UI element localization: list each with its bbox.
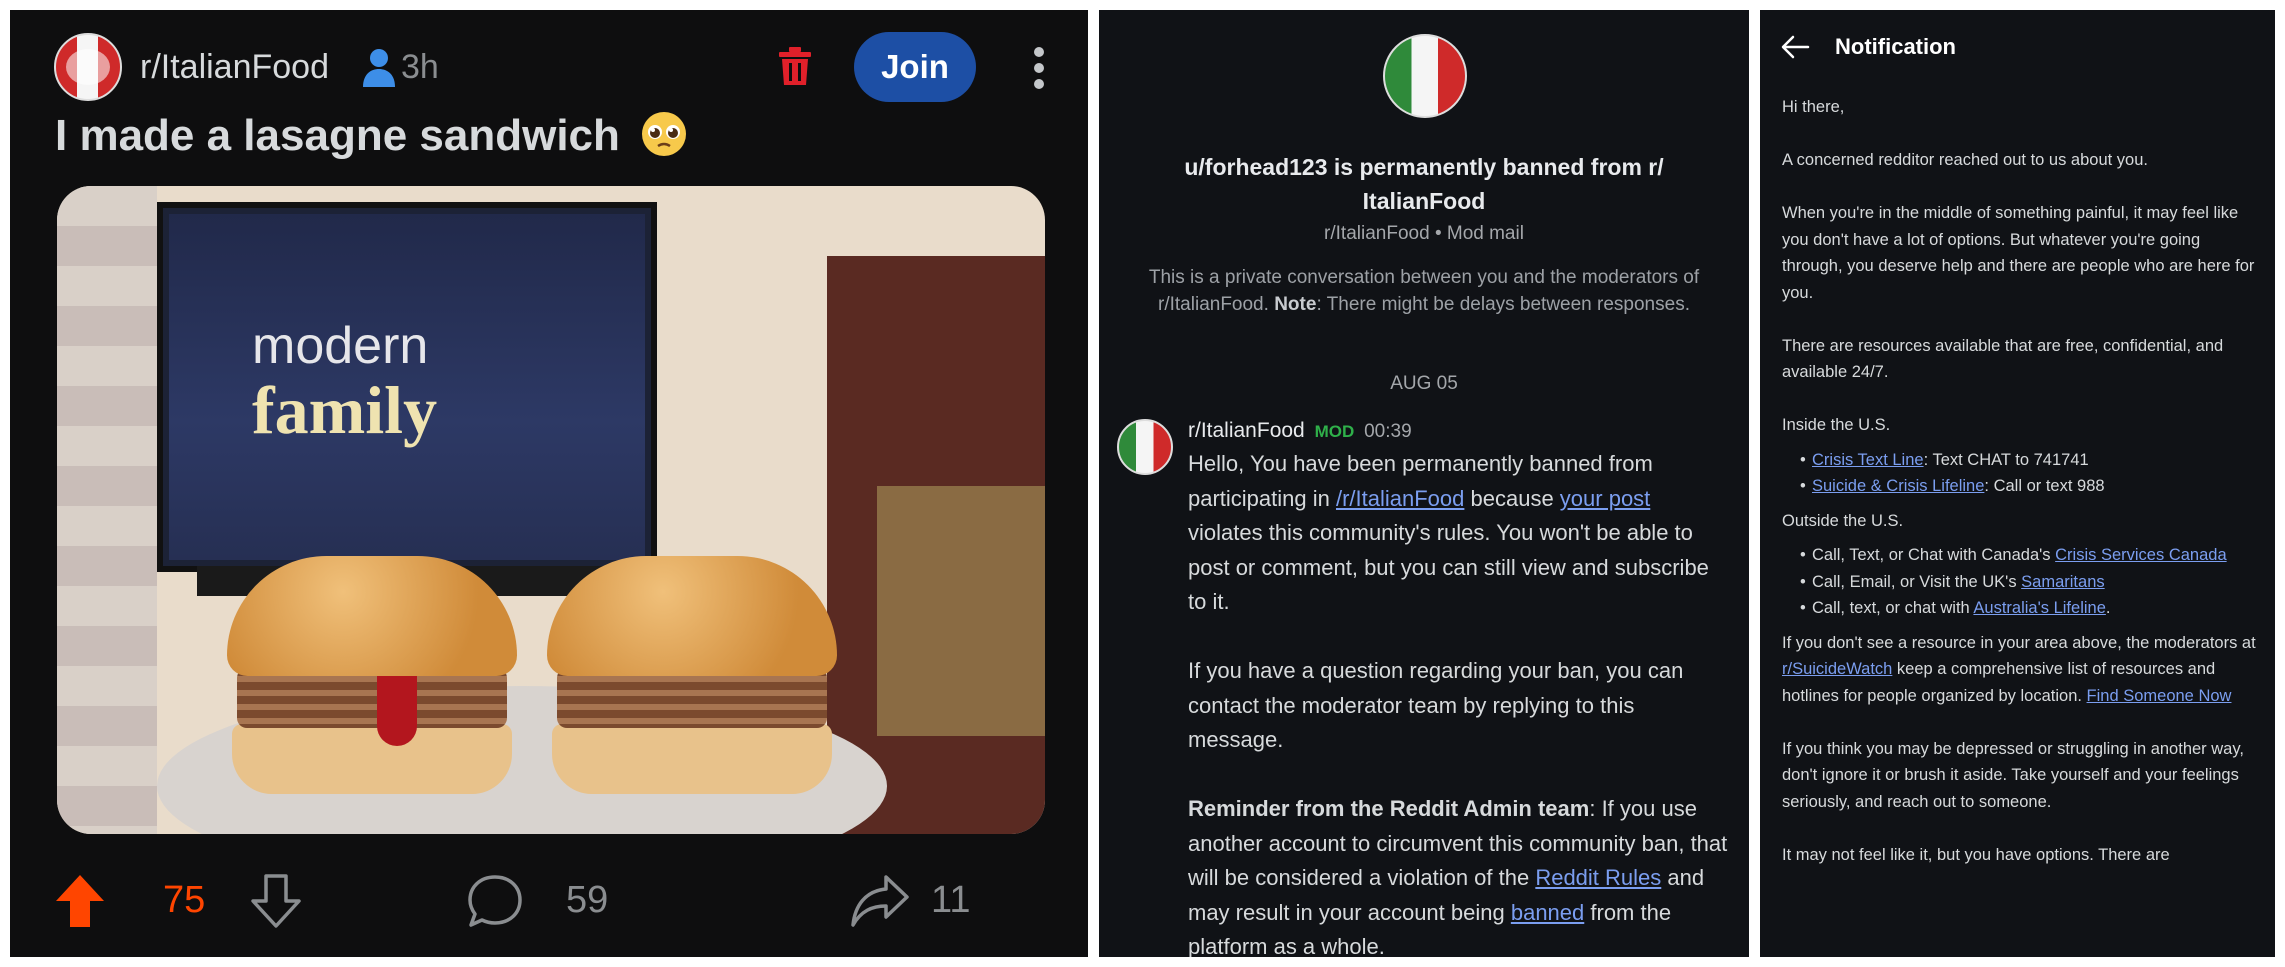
- subreddit-avatar-large: [1383, 34, 1467, 118]
- find-someone-now-link[interactable]: Find Someone Now: [2087, 687, 2232, 705]
- private-note-label: Note: [1274, 294, 1317, 315]
- message-paragraph: Reminder from the Reddit Admin team: If …: [1188, 796, 1728, 957]
- your-post-link[interactable]: your post: [1560, 486, 1651, 511]
- notification-paragraph: If you don't see a resource in your area…: [1782, 633, 2256, 705]
- message-date: AUG 05: [1390, 373, 1458, 394]
- message-sender[interactable]: r/ItalianFood: [1188, 419, 1305, 442]
- comment-count: 59: [566, 879, 609, 921]
- share-icon[interactable]: [850, 873, 910, 929]
- greeting: Hi there,: [1782, 98, 1845, 116]
- post-title[interactable]: I made a lasagne sandwich: [55, 110, 688, 161]
- notification-paragraph: When you're in the middle of something p…: [1782, 204, 2255, 302]
- upvote-icon[interactable]: [54, 873, 106, 929]
- notification-body: Hi there, A concerned redditor reached o…: [1782, 94, 2262, 895]
- australias-lifeline-link[interactable]: Australia's Lifeline: [1973, 599, 2105, 617]
- curtain-decoration: [57, 186, 157, 834]
- post-actions-bar: 75 59 11: [54, 865, 1054, 935]
- tv-text-line1: modern: [252, 317, 429, 375]
- crisis-text-line-link[interactable]: Crisis Text Line: [1812, 451, 1924, 469]
- message-paragraph: If you have a question regarding your ba…: [1188, 658, 1684, 752]
- crisis-services-canada-link[interactable]: Crisis Services Canada: [2055, 546, 2226, 564]
- post-panel: r/ItalianFood 3h Join I made a lasagne s…: [10, 10, 1088, 957]
- notification-panel: Notification Hi there, A concerned reddi…: [1760, 10, 2275, 957]
- admin-reminder-label: Reminder from the Reddit Admin team: [1188, 796, 1590, 821]
- message-paragraph: Hello, You have been permanently banned …: [1188, 451, 1709, 614]
- vote-count: 75: [163, 879, 206, 921]
- notification-paragraph: It may not feel like it, but you have op…: [1782, 845, 2170, 864]
- list-item: Suicide & Crisis Lifeline: Call or text …: [1782, 473, 2262, 500]
- private-text-b: : There might be delays between response…: [1316, 294, 1690, 315]
- modmail-panel: u/forhead123 is permanently banned from …: [1099, 10, 1749, 957]
- outside-us-heading: Outside the U.S.: [1782, 511, 1904, 530]
- fireplace-insert: [877, 486, 1045, 736]
- mod-badge: MOD: [1314, 422, 1355, 441]
- back-arrow-icon[interactable]: [1780, 34, 1810, 60]
- post-title-text: I made a lasagne sandwich: [55, 111, 620, 160]
- inside-us-list: Crisis Text Line: Text CHAT to 741741 Su…: [1782, 447, 2262, 500]
- notification-title: Notification: [1835, 34, 1956, 59]
- modmail-subtitle: r/ItalianFood • Mod mail: [1324, 223, 1524, 244]
- inside-us-heading: Inside the U.S.: [1782, 416, 1891, 434]
- list-item: Call, Text, or Chat with Canada's Crisis…: [1782, 542, 2262, 569]
- subreddit-name[interactable]: r/ItalianFood: [140, 48, 329, 87]
- list-item: Call, Email, or Visit the UK's Samaritan…: [1782, 569, 2262, 596]
- notification-paragraph: There are resources available that are f…: [1782, 336, 2224, 382]
- post-header: r/ItalianFood 3h Join: [54, 22, 1054, 112]
- banned-link[interactable]: banned: [1511, 900, 1584, 925]
- subreddit-link[interactable]: /r/ItalianFood: [1336, 486, 1464, 511]
- outside-us-list: Call, Text, or Chat with Canada's Crisis…: [1782, 542, 2262, 622]
- downvote-icon[interactable]: [250, 873, 302, 929]
- message-header: r/ItalianFood MOD 00:39: [1188, 419, 1412, 443]
- samaritans-link[interactable]: Samaritans: [2021, 573, 2104, 591]
- user-icon: [363, 49, 395, 87]
- modmail-title: u/forhead123 is permanently banned from …: [1184, 154, 1664, 214]
- private-conversation-note: This is a private conversation between y…: [1139, 264, 1709, 318]
- notification-paragraph: A concerned redditor reached out to us a…: [1782, 151, 2148, 169]
- list-item: Crisis Text Line: Text CHAT to 741741: [1782, 447, 2262, 474]
- trash-icon[interactable]: [779, 46, 811, 86]
- list-item: Call, text, or chat with Australia's Lif…: [1782, 595, 2262, 622]
- sender-avatar[interactable]: [1117, 419, 1173, 475]
- post-age: 3h: [401, 48, 439, 86]
- pleading-face-emoji-icon: [642, 112, 687, 156]
- subreddit-avatar[interactable]: [54, 33, 122, 101]
- join-button[interactable]: Join: [854, 32, 976, 102]
- message-body: Hello, You have been permanently banned …: [1188, 447, 1728, 957]
- suicidewatch-link[interactable]: r/SuicideWatch: [1782, 660, 1892, 678]
- suicide-crisis-lifeline-link[interactable]: Suicide & Crisis Lifeline: [1812, 477, 1984, 495]
- sandwich-left: [227, 556, 517, 806]
- post-image[interactable]: modern family: [57, 186, 1045, 834]
- sandwich-right: [547, 556, 837, 806]
- tv-text-line2: family: [252, 372, 438, 448]
- more-options-icon[interactable]: [1032, 46, 1046, 90]
- reddit-rules-link[interactable]: Reddit Rules: [1535, 865, 1661, 890]
- message-time: 00:39: [1364, 421, 1412, 442]
- share-count: 11: [931, 879, 971, 921]
- comment-icon[interactable]: [467, 873, 523, 929]
- notification-paragraph: If you think you may be depressed or str…: [1782, 739, 2244, 811]
